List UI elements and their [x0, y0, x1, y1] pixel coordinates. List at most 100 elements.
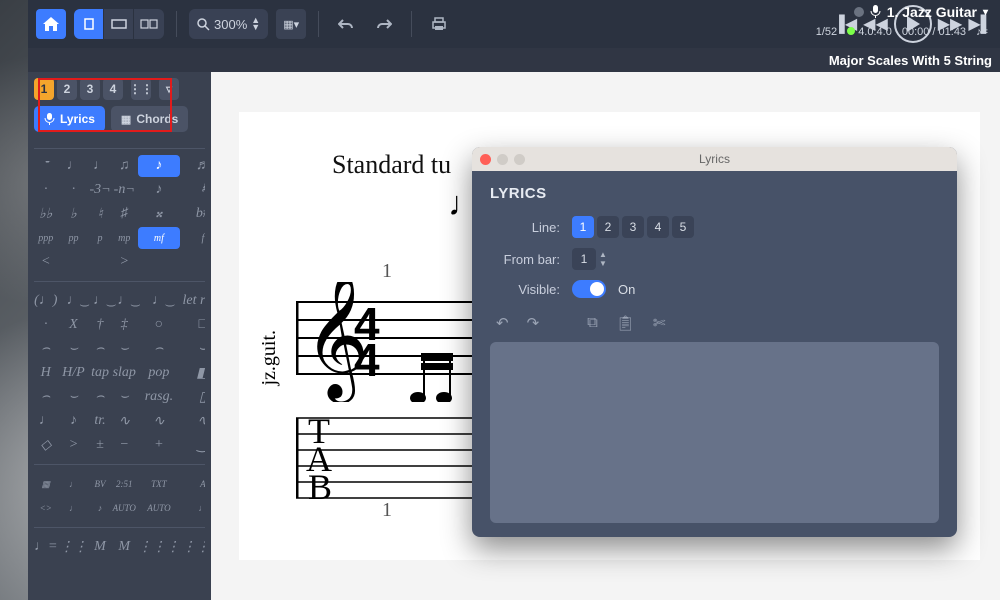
palette-cell[interactable]: ♩͜	[89, 290, 110, 312]
palette-cell[interactable]: ♩	[34, 410, 57, 432]
grid-view-button[interactable]: ▦▾	[276, 9, 306, 39]
palette-cell[interactable]: p	[89, 227, 110, 249]
palette-cell[interactable]: mp	[113, 227, 136, 249]
cut-icon[interactable]: ✄	[653, 314, 666, 332]
window-titlebar[interactable]: Lyrics	[472, 147, 957, 171]
frombar-stepper[interactable]: 1 ▲▼	[572, 248, 607, 270]
line-2[interactable]: 2	[597, 216, 619, 238]
palette-cell[interactable]: −	[113, 434, 136, 456]
voice-1[interactable]: 1	[34, 78, 54, 100]
paste-icon[interactable]: 📋︎	[616, 314, 635, 332]
palette-cell[interactable]: ♭	[59, 203, 87, 225]
palette-cell[interactable]: ⌢	[89, 386, 110, 408]
palette-cell[interactable]: ⌢	[89, 338, 110, 360]
step-up-icon[interactable]: ▲	[599, 250, 607, 259]
palette-cell[interactable]: pp	[59, 227, 87, 249]
palette-cell[interactable]: ⋮⋮⋮	[182, 536, 205, 558]
palette-cell[interactable]: 𝄽	[182, 179, 205, 201]
voice-2[interactable]: 2	[57, 78, 77, 100]
palette-cell[interactable]: 2:51	[113, 473, 136, 495]
visible-toggle[interactable]	[572, 280, 606, 298]
design-mode-button[interactable]: ▿	[159, 78, 179, 100]
palette-cell[interactable]: ♯	[113, 203, 136, 225]
lyrics-textarea[interactable]	[490, 342, 939, 523]
redo-icon[interactable]: ↷	[527, 314, 540, 332]
palette-cell[interactable]: M	[89, 536, 110, 558]
palette-cell[interactable]: ♩͜	[113, 290, 136, 312]
undo-icon[interactable]: ↶	[496, 314, 509, 332]
chords-button[interactable]: ▦ Chords	[111, 106, 188, 132]
palette-cell[interactable]: ♩	[59, 473, 87, 495]
palette-cell[interactable]: ♩=	[34, 536, 57, 558]
palette-cell[interactable]: <>	[34, 497, 57, 519]
palette-cell[interactable]: ♩	[182, 497, 205, 519]
lyrics-button[interactable]: Lyrics	[34, 106, 105, 132]
palette-cell[interactable]	[182, 251, 205, 273]
palette-cell[interactable]	[89, 251, 110, 273]
palette-cell[interactable]: >	[59, 434, 87, 456]
palette-cell[interactable]: ♭♭	[34, 203, 57, 225]
palette-cell[interactable]: ‡	[113, 314, 136, 336]
voice-3[interactable]: 3	[80, 78, 100, 100]
palette-cell[interactable]: ♬	[182, 155, 205, 177]
voice-4[interactable]: 4	[103, 78, 123, 100]
palette-cell[interactable]: †	[89, 314, 110, 336]
palette-cell[interactable]: ·	[59, 179, 87, 201]
palette-cell[interactable]: (♩)	[34, 290, 57, 312]
palette-cell[interactable]: ∿	[138, 410, 180, 432]
palette-cell[interactable]: tap	[89, 362, 110, 384]
layout-wide[interactable]	[104, 9, 134, 39]
palette-cell[interactable]: pop	[138, 362, 180, 384]
palette-cell[interactable]: 𝄻	[34, 155, 57, 177]
palette-cell[interactable]	[138, 251, 180, 273]
palette-cell[interactable]: A	[182, 473, 205, 495]
palette-cell[interactable]: <	[34, 251, 57, 273]
palette-cell[interactable]: M	[113, 536, 136, 558]
palette-cell[interactable]: AUTO	[138, 497, 180, 519]
palette-cell[interactable]: f	[182, 227, 205, 249]
palette-cell[interactable]: ⌢	[138, 338, 180, 360]
palette-cell[interactable]: ‿	[182, 434, 205, 456]
palette-cell[interactable]: ±	[89, 434, 110, 456]
palette-cell[interactable]: ⌣	[182, 338, 205, 360]
palette-cell[interactable]: AUTO	[113, 497, 136, 519]
palette-cell[interactable]: -3¬	[89, 179, 110, 201]
palette-cell[interactable]: ♪	[138, 179, 180, 201]
palette-cell[interactable]: ppp	[34, 227, 57, 249]
palette-cell[interactable]: ♪	[138, 155, 180, 177]
line-1[interactable]: 1	[572, 216, 594, 238]
palette-cell[interactable]: X	[59, 314, 87, 336]
palette-cell[interactable]: ♪	[89, 497, 110, 519]
palette-cell[interactable]: ⌣	[59, 386, 87, 408]
palette-cell[interactable]: ·	[34, 179, 57, 201]
palette-cell[interactable]: ◧	[182, 362, 205, 384]
step-down-icon[interactable]: ▼	[599, 259, 607, 268]
print-button[interactable]	[424, 9, 454, 39]
line-5[interactable]: 5	[672, 216, 694, 238]
multivoice-button[interactable]: ⋮⋮	[131, 78, 151, 100]
line-3[interactable]: 3	[622, 216, 644, 238]
palette-cell[interactable]: ⋮⋮	[59, 536, 87, 558]
palette-cell[interactable]: ⌣	[113, 386, 136, 408]
palette-cell[interactable]: 𝄪	[138, 203, 180, 225]
palette-cell[interactable]: BV	[89, 473, 110, 495]
palette-cell[interactable]: TXT	[138, 473, 180, 495]
palette-cell[interactable]: ▦	[34, 473, 57, 495]
palette-cell[interactable]: H	[34, 362, 57, 384]
palette-cell[interactable]: b#	[182, 203, 205, 225]
palette-cell[interactable]: ⌣	[59, 338, 87, 360]
palette-cell[interactable]: ♪	[59, 410, 87, 432]
palette-cell[interactable]: ♩	[59, 155, 87, 177]
palette-cell[interactable]: mf	[138, 227, 180, 249]
palette-cell[interactable]: ♮	[89, 203, 110, 225]
palette-cell[interactable]: ♩	[89, 155, 110, 177]
palette-cell[interactable]: tr.	[89, 410, 110, 432]
palette-cell[interactable]: ∿	[113, 410, 136, 432]
undo-button[interactable]	[331, 9, 361, 39]
palette-cell[interactable]: ▯	[182, 386, 205, 408]
palette-cell[interactable]: ⌢	[34, 386, 57, 408]
line-4[interactable]: 4	[647, 216, 669, 238]
palette-cell[interactable]	[59, 251, 87, 273]
palette-cell[interactable]: -n¬	[113, 179, 136, 201]
layout-double[interactable]	[134, 9, 164, 39]
